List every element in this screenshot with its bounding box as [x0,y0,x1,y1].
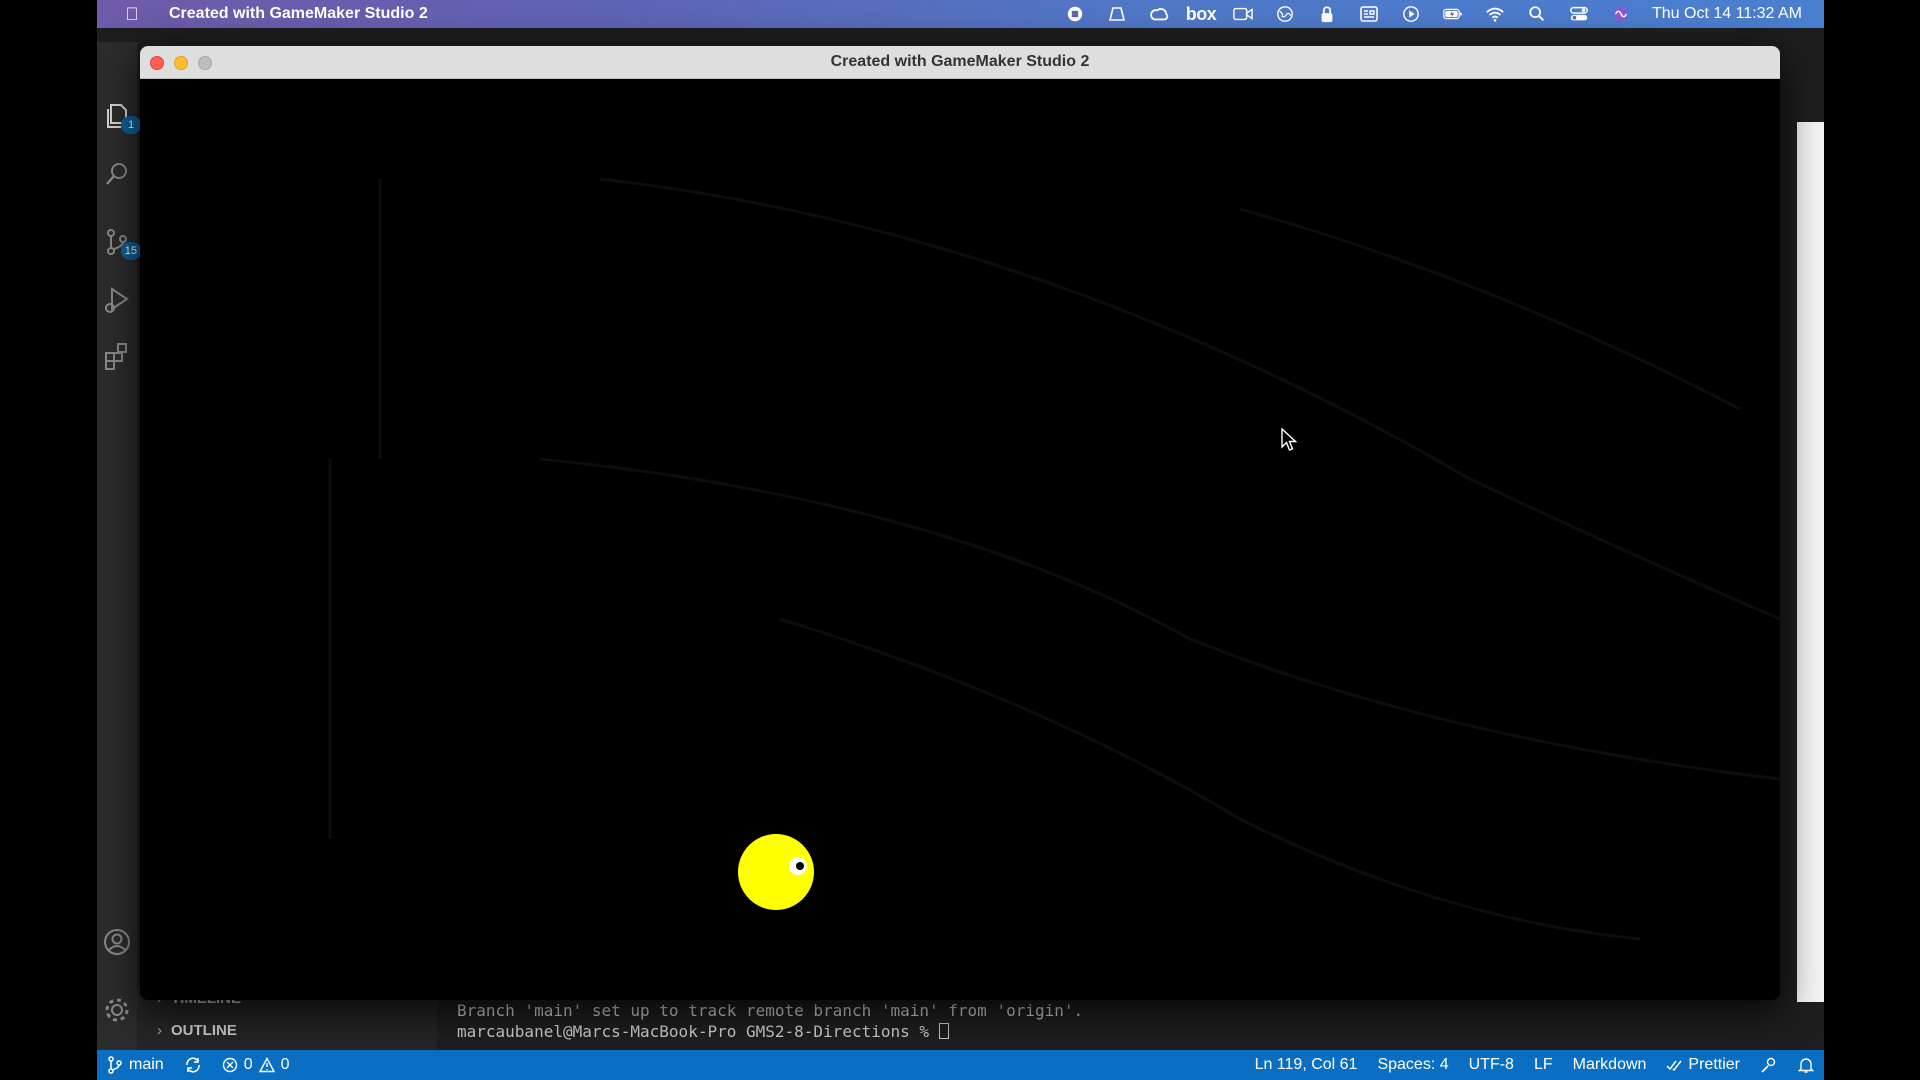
search-icon [106,163,127,185]
player-pupil [796,862,804,870]
extensions-icon [105,343,127,370]
bell-icon [1798,1058,1814,1073]
control-center-icon[interactable] [1568,5,1590,23]
sync-icon [185,1057,200,1073]
source-control-badge: 15 [120,242,141,260]
feedback-icon [1761,1057,1776,1073]
menubar-clock[interactable]: Thu Oct 14 11:32 AM [1652,5,1802,23]
terminal-panel[interactable]: Branch 'main' set up to track remote bra… [457,1000,1457,1042]
minimize-window-button[interactable] [174,56,188,70]
menubar-status-items: box Thu Oct 14 11:32 AM [1064,4,1824,24]
play-icon[interactable] [1400,5,1422,23]
chevron-right-icon: › [157,1022,162,1039]
explorer-activity[interactable]: 1 [97,96,141,136]
git-branch-icon [108,1056,122,1074]
terminal-cursor [938,1023,949,1039]
error-icon [222,1057,237,1073]
language-mode[interactable]: Markdown [1563,1056,1657,1074]
branch-name: main [129,1056,164,1073]
player-character [738,834,814,910]
eol-status[interactable]: LF [1524,1056,1563,1074]
warning-count: 0 [280,1056,290,1073]
game-scene [328,177,1780,941]
game-window-title: Created with GameMaker Studio 2 [830,53,1090,70]
box-icon[interactable]: box [1186,4,1217,24]
screen:  Created with GameMaker Studio 2 box Th… [0,0,1920,1080]
menubar-app-name[interactable]: Created with GameMaker Studio 2 [169,5,428,23]
outline-section[interactable]: › OUTLINE [157,1022,237,1039]
terminal-line: Branch 'main' set up to track remote bra… [457,1001,1084,1020]
news-icon[interactable] [1358,5,1380,23]
zoom-window-button[interactable] [198,56,212,70]
sync-status[interactable] [174,1056,212,1074]
game-window[interactable]: Created with GameMaker Studio 2 [140,46,1780,1000]
activity-bar: 1 15 [97,42,141,1050]
explorer-badge: 1 [121,116,141,134]
accounts-activity[interactable] [97,922,137,962]
gear-icon [105,998,129,1022]
mouse-cursor-icon [1281,428,1297,451]
creative-cloud-icon[interactable] [1148,5,1170,23]
editor-preview-strip [1797,122,1824,1002]
notifications-button[interactable] [1788,1056,1824,1074]
faint-trails [328,177,1780,941]
encoding-status[interactable]: UTF-8 [1459,1056,1524,1074]
record-stop-icon[interactable] [1064,5,1086,23]
prettier-status[interactable]: Prettier [1656,1056,1750,1074]
drive-icon[interactable] [1106,5,1128,23]
problems-status[interactable]: 0 0 [212,1056,300,1074]
double-check-icon [1666,1060,1683,1072]
warning-icon [258,1057,275,1073]
game-window-titlebar[interactable]: Created with GameMaker Studio 2 [140,46,1780,79]
run-debug-icon [105,287,129,313]
globe-icon[interactable] [1274,5,1296,23]
battery-icon[interactable] [1442,5,1464,23]
indentation-status[interactable]: Spaces: 4 [1367,1056,1458,1074]
search-activity[interactable] [97,154,137,194]
prettier-label: Prettier [1688,1056,1740,1073]
spotlight-search-icon[interactable] [1526,5,1548,23]
game-canvas[interactable] [140,79,1780,1000]
status-bar-right: Ln 119, Col 61 Spaces: 4 UTF-8 LF Markdo… [1245,1056,1824,1074]
account-icon [104,929,130,955]
manage-activity[interactable] [97,990,137,1030]
source-control-activity[interactable]: 15 [97,222,141,262]
terminal-prompt: marcaubanel@Marcs-MacBook-Pro GMS2-8-Dir… [457,1021,1457,1042]
wifi-icon[interactable] [1484,5,1506,23]
error-count: 0 [243,1056,253,1073]
siri-icon[interactable] [1610,5,1632,23]
macos-menubar:  Created with GameMaker Studio 2 box Th… [97,0,1824,28]
close-window-button[interactable] [150,56,164,70]
terminal-prompt-text: marcaubanel@Marcs-MacBook-Pro GMS2-8-Dir… [457,1022,939,1041]
extensions-activity[interactable] [97,336,137,376]
video-camera-icon[interactable] [1232,5,1254,23]
run-debug-activity[interactable] [97,280,137,320]
lock-icon[interactable] [1316,5,1338,23]
cursor-position[interactable]: Ln 119, Col 61 [1245,1056,1368,1074]
status-bar: main 0 0 Ln 119, Col 61 Spaces: 4 UTF-8 … [97,1050,1824,1080]
outline-label: OUTLINE [171,1022,237,1039]
editor-right-edge [1777,42,1824,1050]
branch-status[interactable]: main [97,1056,174,1074]
feedback-button[interactable] [1750,1056,1788,1074]
apple-menu-icon[interactable]:  [115,4,149,25]
